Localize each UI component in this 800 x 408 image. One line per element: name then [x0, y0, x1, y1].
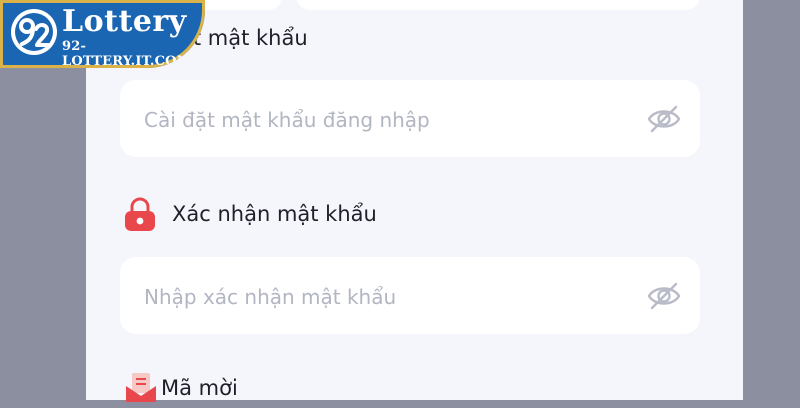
logo-title: Lottery: [62, 4, 187, 39]
lottery-logo: Lottery 92-LOTTERY.IT.COM: [0, 0, 205, 68]
password-field: [120, 80, 700, 159]
logo-92-badge-icon: [9, 7, 59, 57]
lock-icon: [121, 196, 159, 234]
confirm-password-field: [120, 257, 700, 336]
invitation-icon: [125, 372, 157, 404]
invite-code-label: Mã mời: [161, 376, 238, 400]
previous-field-right[interactable]: [296, 0, 700, 10]
eye-off-icon[interactable]: [646, 279, 682, 313]
confirm-password-input[interactable]: [142, 257, 626, 336]
confirm-password-label: Xác nhận mật khẩu: [172, 202, 377, 226]
logo-domain: 92-LOTTERY.IT.COM: [62, 39, 192, 68]
eye-off-icon[interactable]: [646, 102, 682, 136]
password-input[interactable]: [142, 80, 626, 159]
